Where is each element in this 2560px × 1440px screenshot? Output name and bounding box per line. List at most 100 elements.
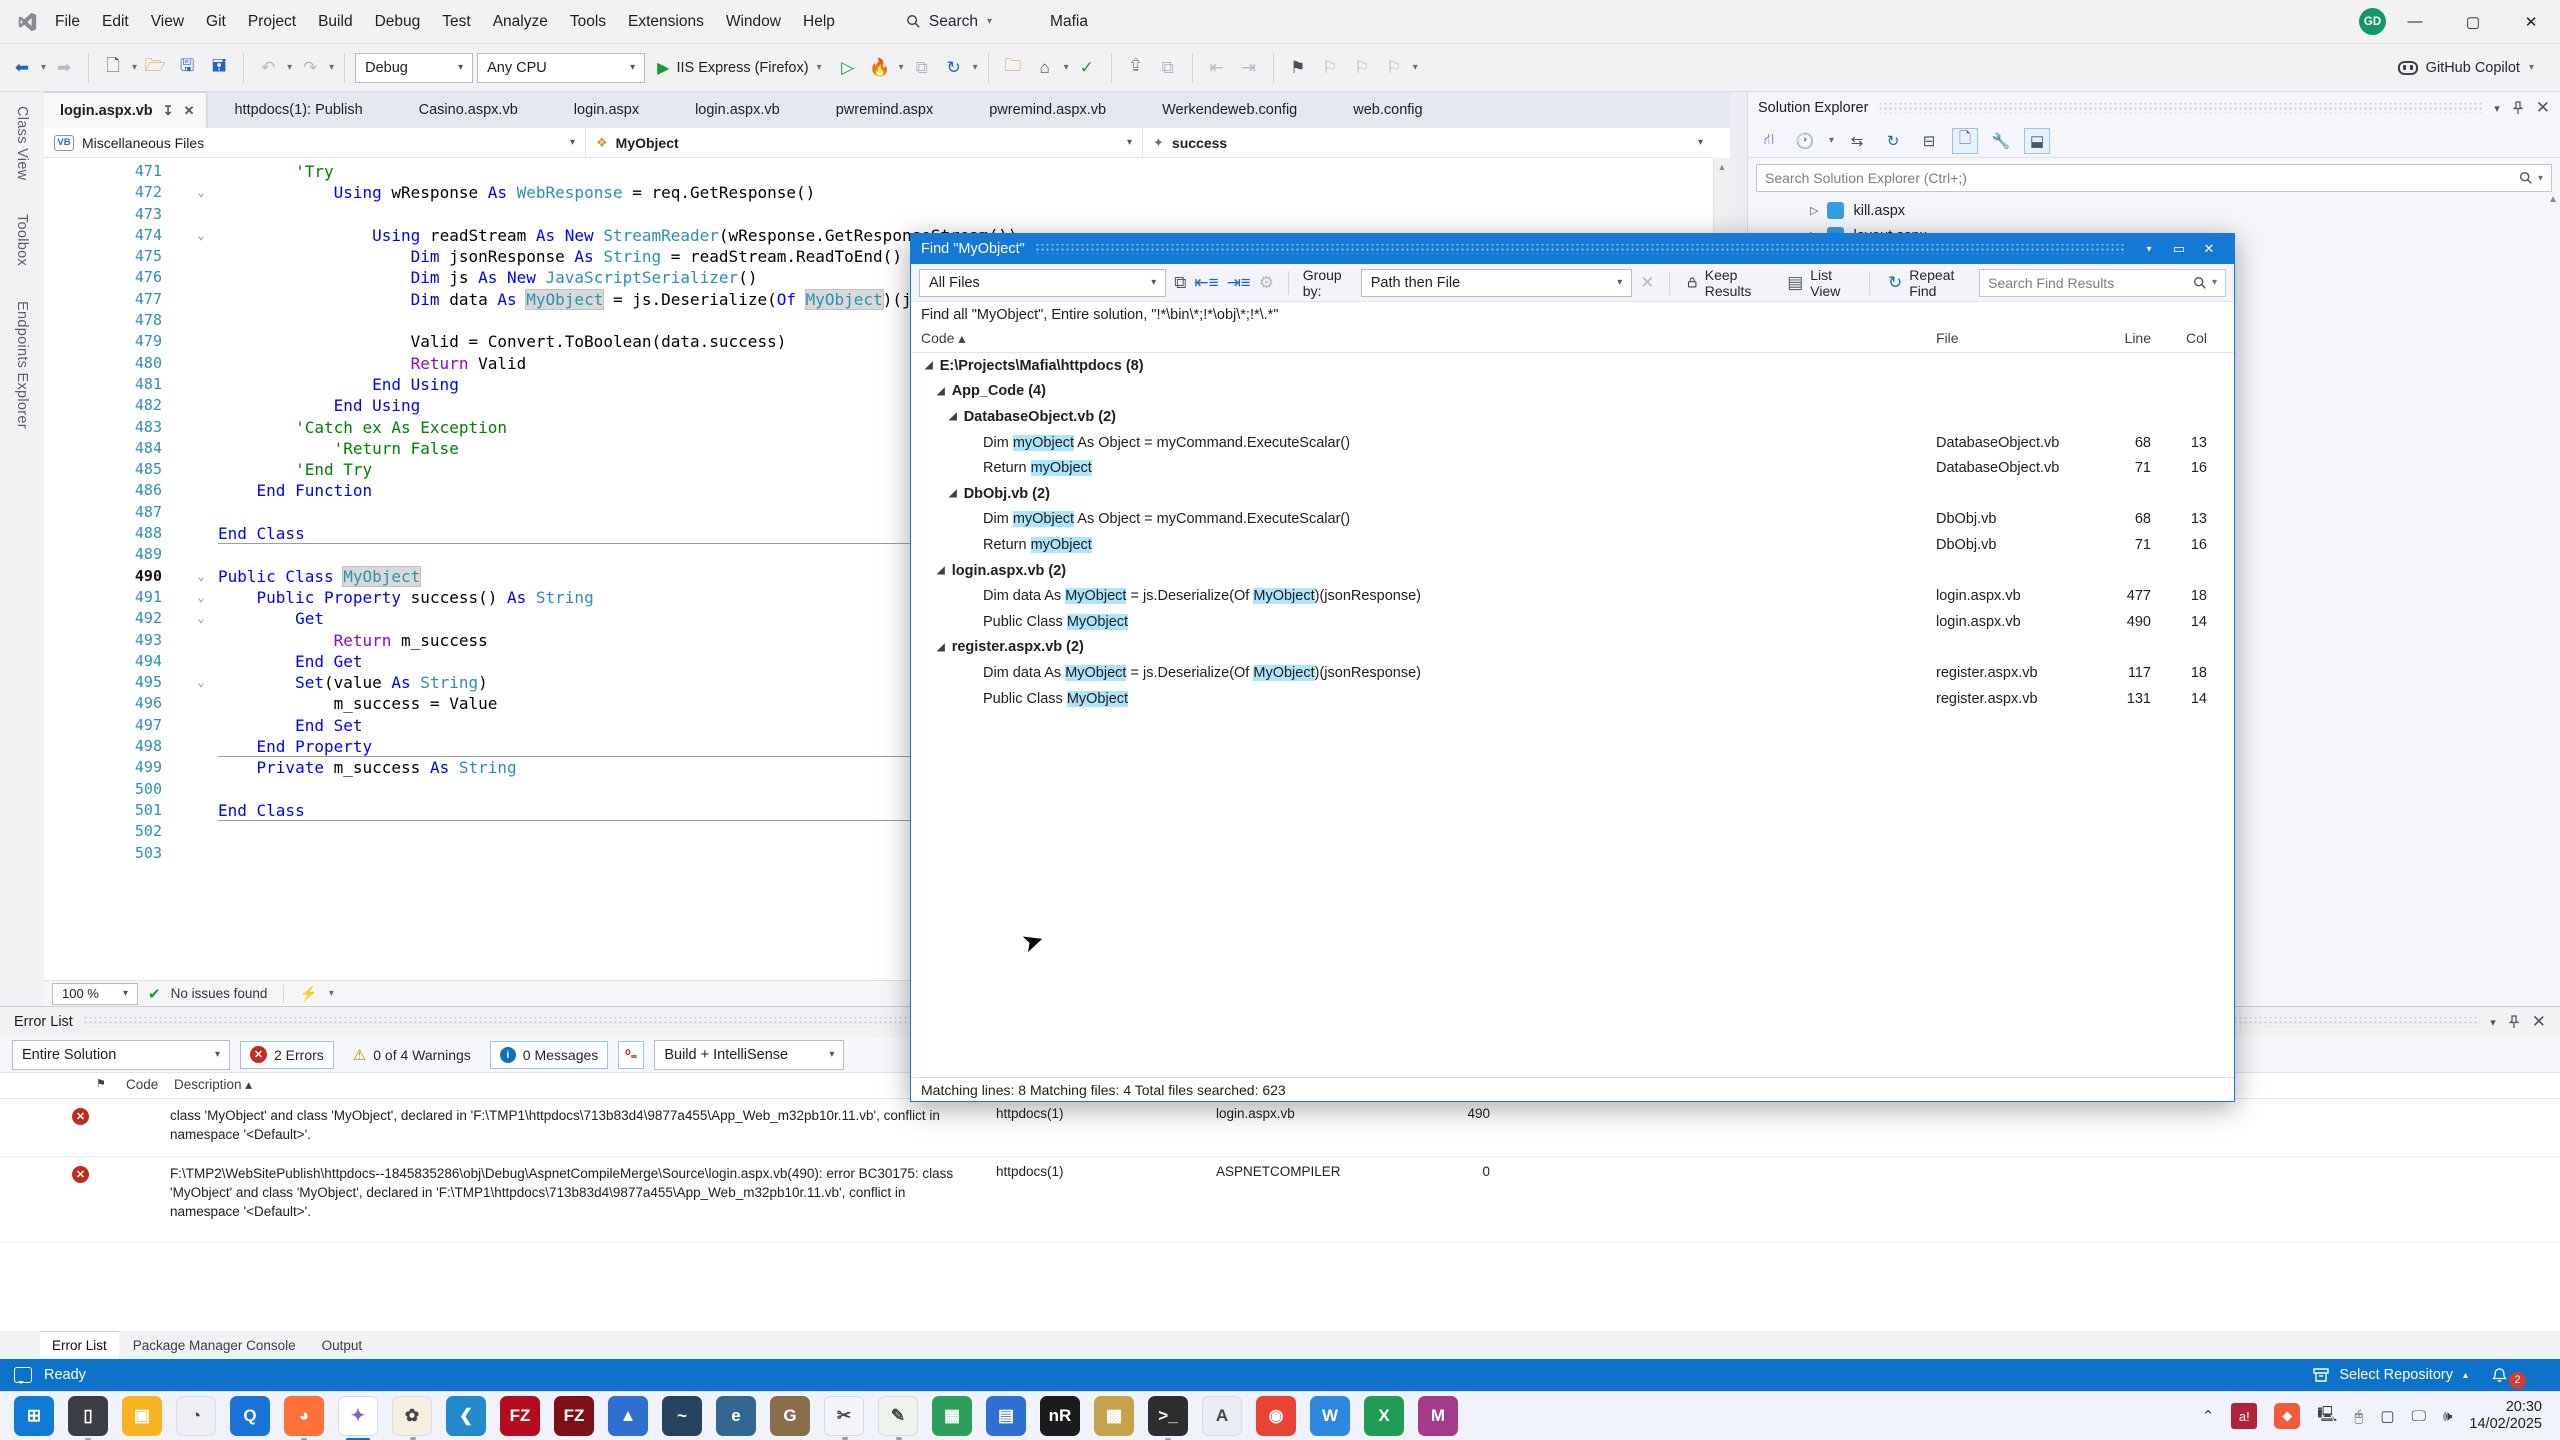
- solution-config-dropdown[interactable]: Debug▾: [355, 53, 473, 83]
- menu-debug[interactable]: Debug: [364, 0, 432, 44]
- tray-app-icon[interactable]: ◆: [2274, 1403, 2300, 1429]
- show-all-files-icon[interactable]: 🗋: [1952, 128, 1978, 154]
- code-column-header[interactable]: Code ▴: [921, 330, 965, 347]
- hot-reload-dropdown[interactable]: ▾: [899, 62, 904, 73]
- taskbar-phone-link[interactable]: ▯: [68, 1396, 108, 1436]
- navigate-back-icon[interactable]: ⬅: [8, 52, 36, 84]
- pin-icon[interactable]: ↧: [163, 103, 174, 119]
- restart-icon[interactable]: ↻: [940, 52, 968, 84]
- taskbar-chrome[interactable]: ◉: [1256, 1396, 1296, 1436]
- pin-icon[interactable]: [2508, 1015, 2520, 1029]
- vm-tray-icon[interactable]: ▢: [2380, 1407, 2394, 1425]
- close-icon[interactable]: ✕: [184, 103, 195, 119]
- repeat-find-button[interactable]: ↻ Repeat Find: [1884, 267, 1971, 299]
- select-element-icon[interactable]: ⮸: [1122, 52, 1150, 84]
- copy-element-icon[interactable]: ⧉: [1154, 52, 1182, 84]
- window-position-dropdown-icon[interactable]: ▾: [2134, 234, 2164, 264]
- chevron-right-icon[interactable]: ▷: [1810, 204, 1818, 217]
- window-position-dropdown-icon[interactable]: ▾: [2494, 102, 2500, 115]
- close-icon[interactable]: ✕: [2194, 234, 2224, 264]
- severity-column-icon[interactable]: ⚑: [96, 1077, 106, 1090]
- expand-arrow-icon[interactable]: ◢: [937, 565, 945, 576]
- filter-settings-button[interactable]: ⁰₌: [618, 1041, 644, 1069]
- menu-window[interactable]: Window: [715, 0, 792, 44]
- scroll-up-icon[interactable]: ▲: [2548, 194, 2558, 205]
- settings-icon[interactable]: ⚙: [1259, 273, 1274, 293]
- volume-tray-icon[interactable]: 🕪: [2443, 1408, 2452, 1425]
- global-search[interactable]: Search ▾: [906, 13, 992, 31]
- expand-arrow-icon[interactable]: ◢: [949, 488, 957, 499]
- taskbar-nr-app[interactable]: nR: [1040, 1396, 1080, 1436]
- find-in-files-icon[interactable]: 🗀: [999, 52, 1027, 84]
- indent-decrease-icon[interactable]: ⇤: [1203, 52, 1231, 84]
- clear-results-icon[interactable]: ✕: [1640, 273, 1654, 293]
- editor-zoom-dropdown[interactable]: 100 %▾: [52, 983, 138, 1005]
- fold-collapse-icon[interactable]: ⌄: [184, 587, 218, 608]
- bookmark-icon[interactable]: ⚑: [1284, 52, 1312, 84]
- menu-git[interactable]: Git: [195, 0, 237, 44]
- toolbar-overflow[interactable]: ▾: [1413, 62, 1418, 73]
- messages-filter-button[interactable]: i 0 Messages: [490, 1041, 608, 1069]
- tray-overflow-chevron-icon[interactable]: ⌃: [2202, 1407, 2215, 1425]
- menu-help[interactable]: Help: [792, 0, 846, 44]
- side-tab-class-view[interactable]: Class View: [14, 106, 30, 180]
- taskbar-paw-app[interactable]: ✿: [392, 1396, 432, 1436]
- document-tab[interactable]: pwremind.aspx.vb: [961, 92, 1134, 128]
- collapse-all-icon[interactable]: ⇥≡: [1227, 273, 1251, 293]
- breadcrumb-member-dropdown[interactable]: ✦ success▾: [1143, 128, 1713, 157]
- pin-icon[interactable]: [2512, 101, 2524, 115]
- clear-bookmarks-icon[interactable]: ⚐: [1380, 52, 1408, 84]
- error-row[interactable]: ✕F:\TMP2\WebSitePublish\httpdocs--184583…: [0, 1157, 2560, 1243]
- close-icon[interactable]: ✕: [2536, 98, 2550, 118]
- save-all-icon[interactable]: 🖬: [205, 52, 233, 84]
- document-tab[interactable]: Werkendeweb.config: [1134, 92, 1325, 128]
- taskbar-visual-studio[interactable]: ✦: [338, 1396, 378, 1436]
- amd-software-tray-icon[interactable]: a!: [2231, 1403, 2257, 1429]
- solution-platform-dropdown[interactable]: Any CPU▾: [477, 53, 645, 83]
- error-row[interactable]: ✕class 'MyObject' and class 'MyObject', …: [0, 1099, 2560, 1157]
- find-match-row[interactable]: Dim data As MyObject = js.Deserialize(Of…: [911, 660, 2234, 686]
- fold-collapse-icon[interactable]: ⌄: [184, 566, 218, 587]
- find-scope-dropdown[interactable]: All Files▾: [919, 269, 1166, 297]
- taskbar-media-app[interactable]: M: [1418, 1396, 1458, 1436]
- mouse-tray-icon[interactable]: 🖰: [2354, 1408, 2363, 1425]
- indent-increase-icon[interactable]: ⇥: [1235, 52, 1263, 84]
- taskbar-search-app[interactable]: Q: [230, 1396, 270, 1436]
- break-all-icon[interactable]: ⧉: [908, 52, 936, 84]
- hot-reload-icon[interactable]: 🔥: [866, 52, 894, 84]
- taskbar-spreadsheet-app[interactable]: ▦: [932, 1396, 972, 1436]
- minimize-button[interactable]: —: [2386, 0, 2444, 44]
- collapse-all-icon[interactable]: ⊟: [1916, 128, 1942, 154]
- window-position-dropdown-icon[interactable]: ▾: [2490, 1016, 2496, 1029]
- maximize-icon[interactable]: ▭: [2164, 234, 2194, 264]
- bottom-tab-error-list[interactable]: Error List: [40, 1331, 119, 1359]
- navigate-forward-icon[interactable]: ➡: [50, 52, 78, 84]
- group-by-dropdown[interactable]: Path then File▾: [1361, 269, 1633, 297]
- redo-dropdown[interactable]: ▾: [329, 62, 334, 73]
- code-cleanup-icon[interactable]: ⚡: [300, 985, 317, 1002]
- side-tab-toolbox[interactable]: Toolbox: [14, 214, 30, 266]
- menu-extensions[interactable]: Extensions: [617, 0, 715, 44]
- search-find-results-input[interactable]: Search Find Results ▾: [1979, 269, 2226, 297]
- fold-collapse-icon[interactable]: ⌄: [184, 608, 218, 629]
- taskbar-browser-compass[interactable]: ◔: [176, 1396, 216, 1436]
- document-tab[interactable]: Casino.aspx.vb: [391, 92, 546, 128]
- start-without-debugging-icon[interactable]: ▷: [834, 52, 862, 84]
- window-drag-grip[interactable]: [1035, 244, 2124, 254]
- next-bookmark-icon[interactable]: ⚐: [1348, 52, 1376, 84]
- taskbar-mysql-workbench[interactable]: ~: [662, 1396, 702, 1436]
- browser-link-icon[interactable]: ⌂: [1031, 52, 1059, 84]
- error-scope-dropdown[interactable]: Entire Solution▾: [12, 1040, 230, 1070]
- taskbar-firefox[interactable]: ◕: [284, 1396, 324, 1436]
- undo-dropdown[interactable]: ▾: [287, 62, 292, 73]
- prev-bookmark-icon[interactable]: ⚐: [1316, 52, 1344, 84]
- code-line[interactable]: 473: [44, 204, 1713, 225]
- maximize-button[interactable]: ▢: [2444, 0, 2502, 44]
- select-repository-button[interactable]: Select Repository: [2339, 1367, 2453, 1383]
- close-button[interactable]: ✕: [2502, 0, 2560, 44]
- taskbar-writer-app[interactable]: ▤: [986, 1396, 1026, 1436]
- find-match-row[interactable]: Dim myObject As Object = myCommand.Execu…: [911, 430, 2234, 456]
- menu-edit[interactable]: Edit: [91, 0, 140, 44]
- taskbar-resource-app[interactable]: ▩: [1094, 1396, 1134, 1436]
- code-column-header[interactable]: Code: [126, 1077, 158, 1092]
